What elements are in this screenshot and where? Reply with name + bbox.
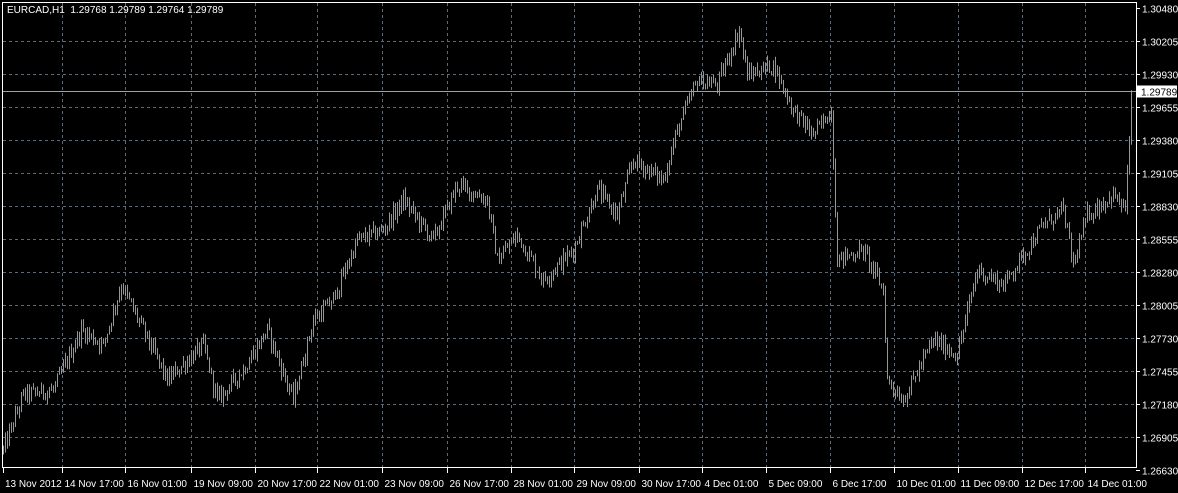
- price-label: 1.29105: [1142, 170, 1178, 181]
- time-label: 22 Nov 01:00: [320, 479, 380, 490]
- time-label: 4 Dec 01:00: [705, 479, 759, 490]
- ohlc-readout: 1.29768 1.29789 1.29764 1.29789: [70, 5, 224, 16]
- time-label: 19 Nov 09:00: [194, 479, 254, 490]
- chart-title: EURCAD,H1 1.29768 1.29789 1.29764 1.2978…: [7, 5, 223, 16]
- price-label: 1.28005: [1142, 302, 1178, 313]
- price-chart[interactable]: 1.30480 1.30205 1.29930 1.29655 1.29380 1.291…: [0, 0, 1178, 493]
- price-label: 1.30480: [1142, 5, 1178, 16]
- time-label: 14 Dec 01:00: [1088, 479, 1148, 490]
- time-label: 6 Dec 17:00: [833, 479, 887, 490]
- price-label: 1.29930: [1142, 71, 1178, 82]
- price-label: 1.29655: [1142, 104, 1178, 115]
- price-bars: [3, 26, 1132, 455]
- time-label: 11 Dec 09:00: [961, 479, 1020, 490]
- time-label: 30 Nov 17:00: [642, 479, 702, 490]
- price-label: 1.27730: [1142, 335, 1178, 346]
- time-label: 16 Nov 01:00: [128, 479, 188, 490]
- time-label: 23 Nov 09:00: [385, 479, 445, 490]
- price-label: 1.28555: [1142, 236, 1178, 247]
- time-label: 26 Nov 17:00: [450, 479, 510, 490]
- bid-line: 1.29789: [3, 85, 1178, 99]
- price-label: 1.27180: [1142, 401, 1178, 412]
- price-label: 1.30205: [1142, 38, 1178, 49]
- price-label: 1.28830: [1142, 203, 1178, 214]
- price-axis[interactable]: 1.30480 1.30205 1.29930 1.29655 1.29380 1.291…: [1136, 5, 1178, 478]
- price-label: 1.29380: [1142, 137, 1178, 148]
- time-axis[interactable]: 13 Nov 2012 14 Nov 17:00 16 Nov 01:00 19 No…: [3, 468, 1148, 490]
- time-label: 5 Dec 09:00: [769, 479, 823, 490]
- grid: [3, 3, 1136, 467]
- price-label: 1.27455: [1142, 368, 1178, 379]
- time-label: 29 Nov 09:00: [577, 479, 637, 490]
- symbol-timeframe: EURCAD,H1: [7, 5, 65, 16]
- bid-price-label: 1.29789: [1141, 88, 1178, 99]
- time-label: 12 Dec 17:00: [1025, 479, 1085, 490]
- time-label: 14 Nov 17:00: [65, 479, 125, 490]
- plot-frame: [2, 2, 1137, 468]
- time-label: 20 Nov 17:00: [258, 479, 318, 490]
- time-label: 28 Nov 01:00: [514, 479, 574, 490]
- price-label: 1.26630: [1142, 467, 1178, 478]
- price-label: 1.26905: [1142, 434, 1178, 445]
- price-label: 1.28280: [1142, 269, 1178, 280]
- time-label: 13 Nov 2012: [5, 479, 62, 490]
- time-label: 10 Dec 01:00: [897, 479, 957, 490]
